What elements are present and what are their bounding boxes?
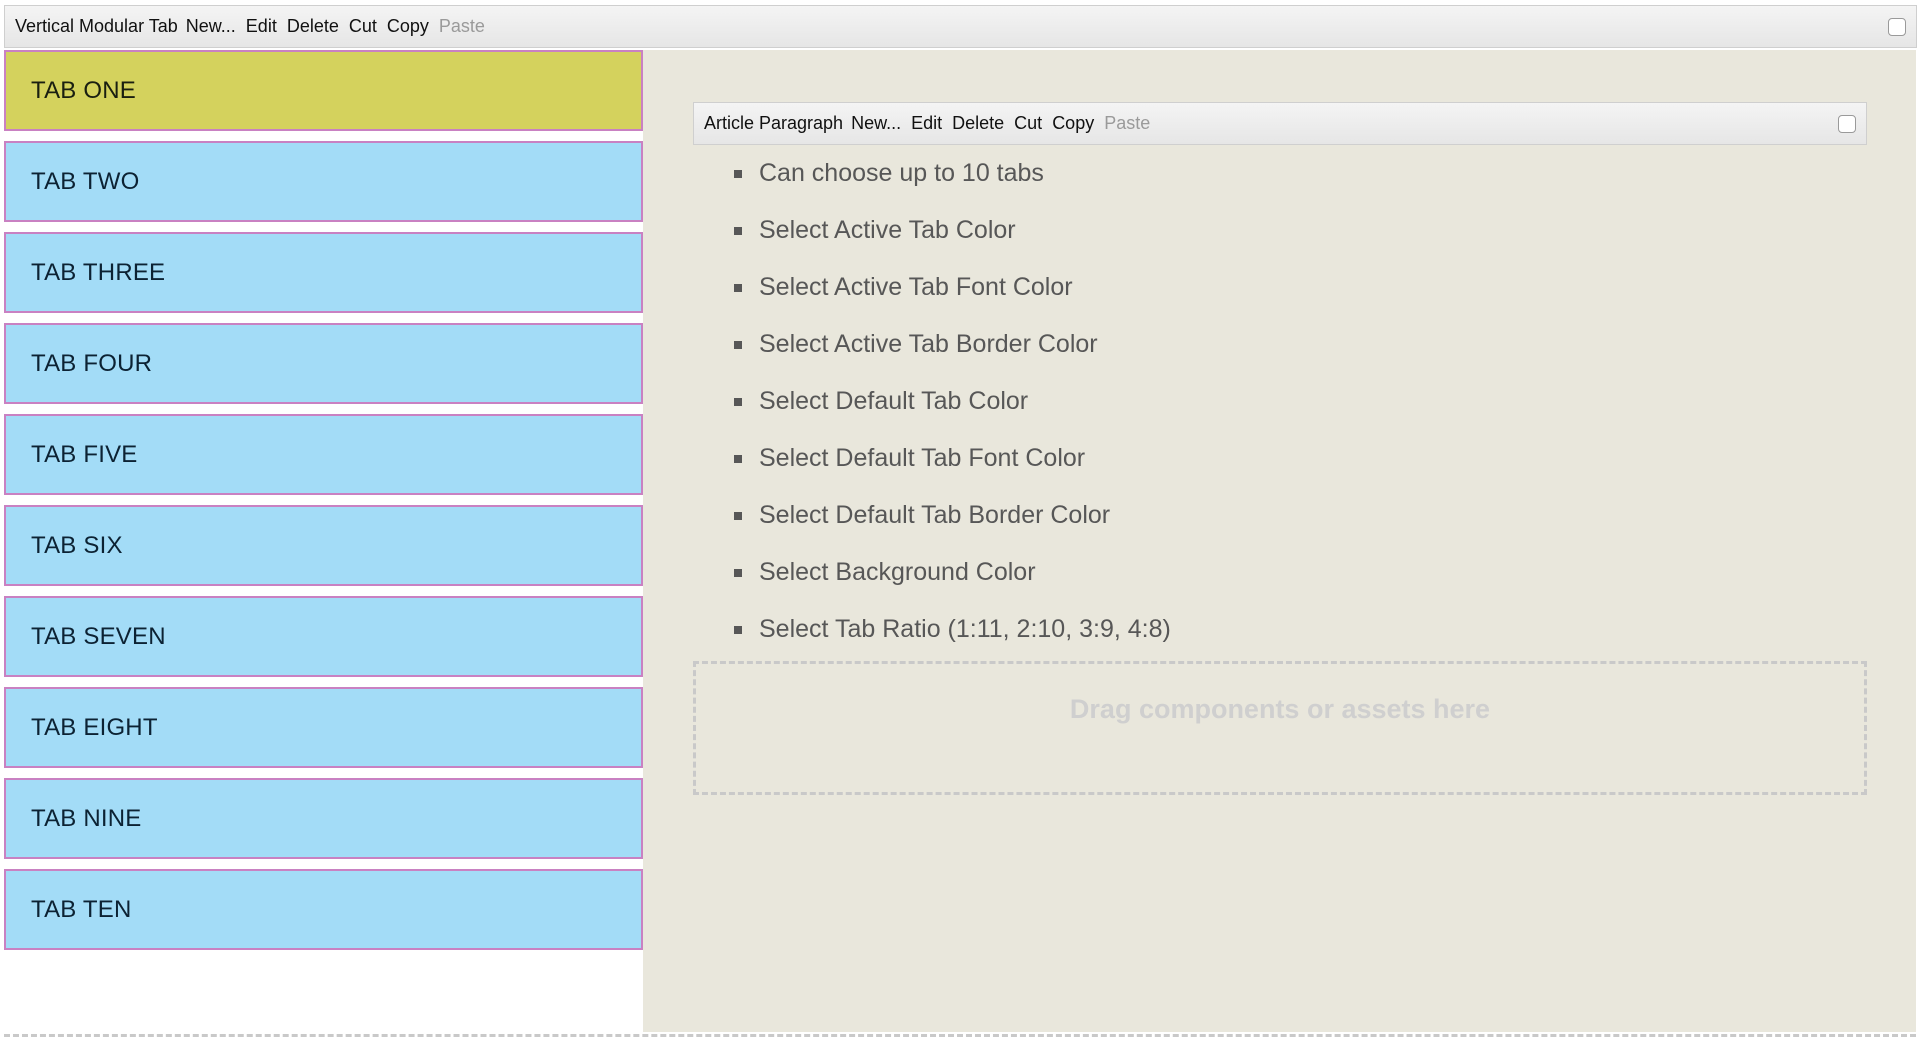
new-button[interactable]: New... [851, 113, 901, 134]
list-item: Select Active Tab Border Color [734, 316, 1171, 373]
edit-button[interactable]: Edit [246, 16, 277, 37]
paste-button: Paste [1104, 113, 1151, 133]
tab-label: TAB FOUR [31, 349, 153, 377]
cut-button[interactable]: Cut [349, 16, 377, 37]
tab-nine[interactable]: TAB NINE [4, 778, 643, 859]
list-item: Select Default Tab Color [734, 373, 1171, 430]
tab-two[interactable]: TAB TWO [4, 141, 643, 222]
tab-label: TAB SIX [31, 531, 123, 559]
list-item: Select Active Tab Font Color [734, 259, 1171, 316]
tab-label: TAB TWO [31, 167, 140, 195]
tab-label: TAB THREE [31, 258, 166, 286]
delete-button[interactable]: Delete [952, 113, 1004, 134]
tab-three[interactable]: TAB THREE [4, 232, 643, 313]
vertical-modular-tab-toolbar: Vertical Modular Tab New... Edit Delete … [4, 5, 1917, 48]
tab-one[interactable]: TAB ONE [4, 50, 643, 131]
copy-button[interactable]: Copy [1052, 113, 1094, 134]
cut-button[interactable]: Cut [1014, 113, 1042, 134]
tab-six[interactable]: TAB SIX [4, 505, 643, 586]
tab-four[interactable]: TAB FOUR [4, 323, 643, 404]
tab-label: TAB EIGHT [31, 713, 158, 741]
delete-button[interactable]: Delete [287, 16, 339, 37]
tab-label: TAB SEVEN [31, 622, 166, 650]
checkbox-icon[interactable] [1888, 17, 1906, 36]
component-bottom-border [4, 1034, 1916, 1037]
list-item: Select Tab Ratio (1:11, 2:10, 3:9, 4:8) [734, 601, 1171, 658]
tab-ten[interactable]: TAB TEN [4, 869, 643, 950]
copy-button[interactable]: Copy [387, 16, 429, 37]
drop-zone[interactable]: Drag components or assets here [693, 661, 1867, 795]
tab-seven[interactable]: TAB SEVEN [4, 596, 643, 677]
list-item: Can choose up to 10 tabs [734, 145, 1171, 202]
list-item: Select Default Tab Font Color [734, 430, 1171, 487]
tab-content-panel: Article Paragraph New... Edit Delete Cut… [643, 50, 1916, 1032]
tab-eight[interactable]: TAB EIGHT [4, 687, 643, 768]
list-item: Select Active Tab Color [734, 202, 1171, 259]
edit-button[interactable]: Edit [911, 113, 942, 134]
checkbox-icon[interactable] [1838, 114, 1856, 133]
paste-button: Paste [438, 16, 485, 36]
new-button[interactable]: New... [186, 16, 236, 37]
tab-label: TAB ONE [31, 76, 136, 104]
article-paragraph-toolbar: Article Paragraph New... Edit Delete Cut… [693, 102, 1867, 145]
tab-label: TAB FIVE [31, 440, 138, 468]
list-item: Select Default Tab Border Color [734, 487, 1171, 544]
feature-list: Can choose up to 10 tabs Select Active T… [693, 145, 1171, 658]
tab-list: TAB ONE TAB TWO TAB THREE TAB FOUR TAB F… [4, 50, 643, 960]
tab-label: TAB NINE [31, 804, 142, 832]
list-item: Select Background Color [734, 544, 1171, 601]
drop-zone-text: Drag components or assets here [1069, 694, 1491, 724]
tab-label: TAB TEN [31, 895, 132, 923]
toolbar-title: Article Paragraph [704, 113, 844, 133]
toolbar-title: Vertical Modular Tab [15, 16, 178, 36]
tab-five[interactable]: TAB FIVE [4, 414, 643, 495]
